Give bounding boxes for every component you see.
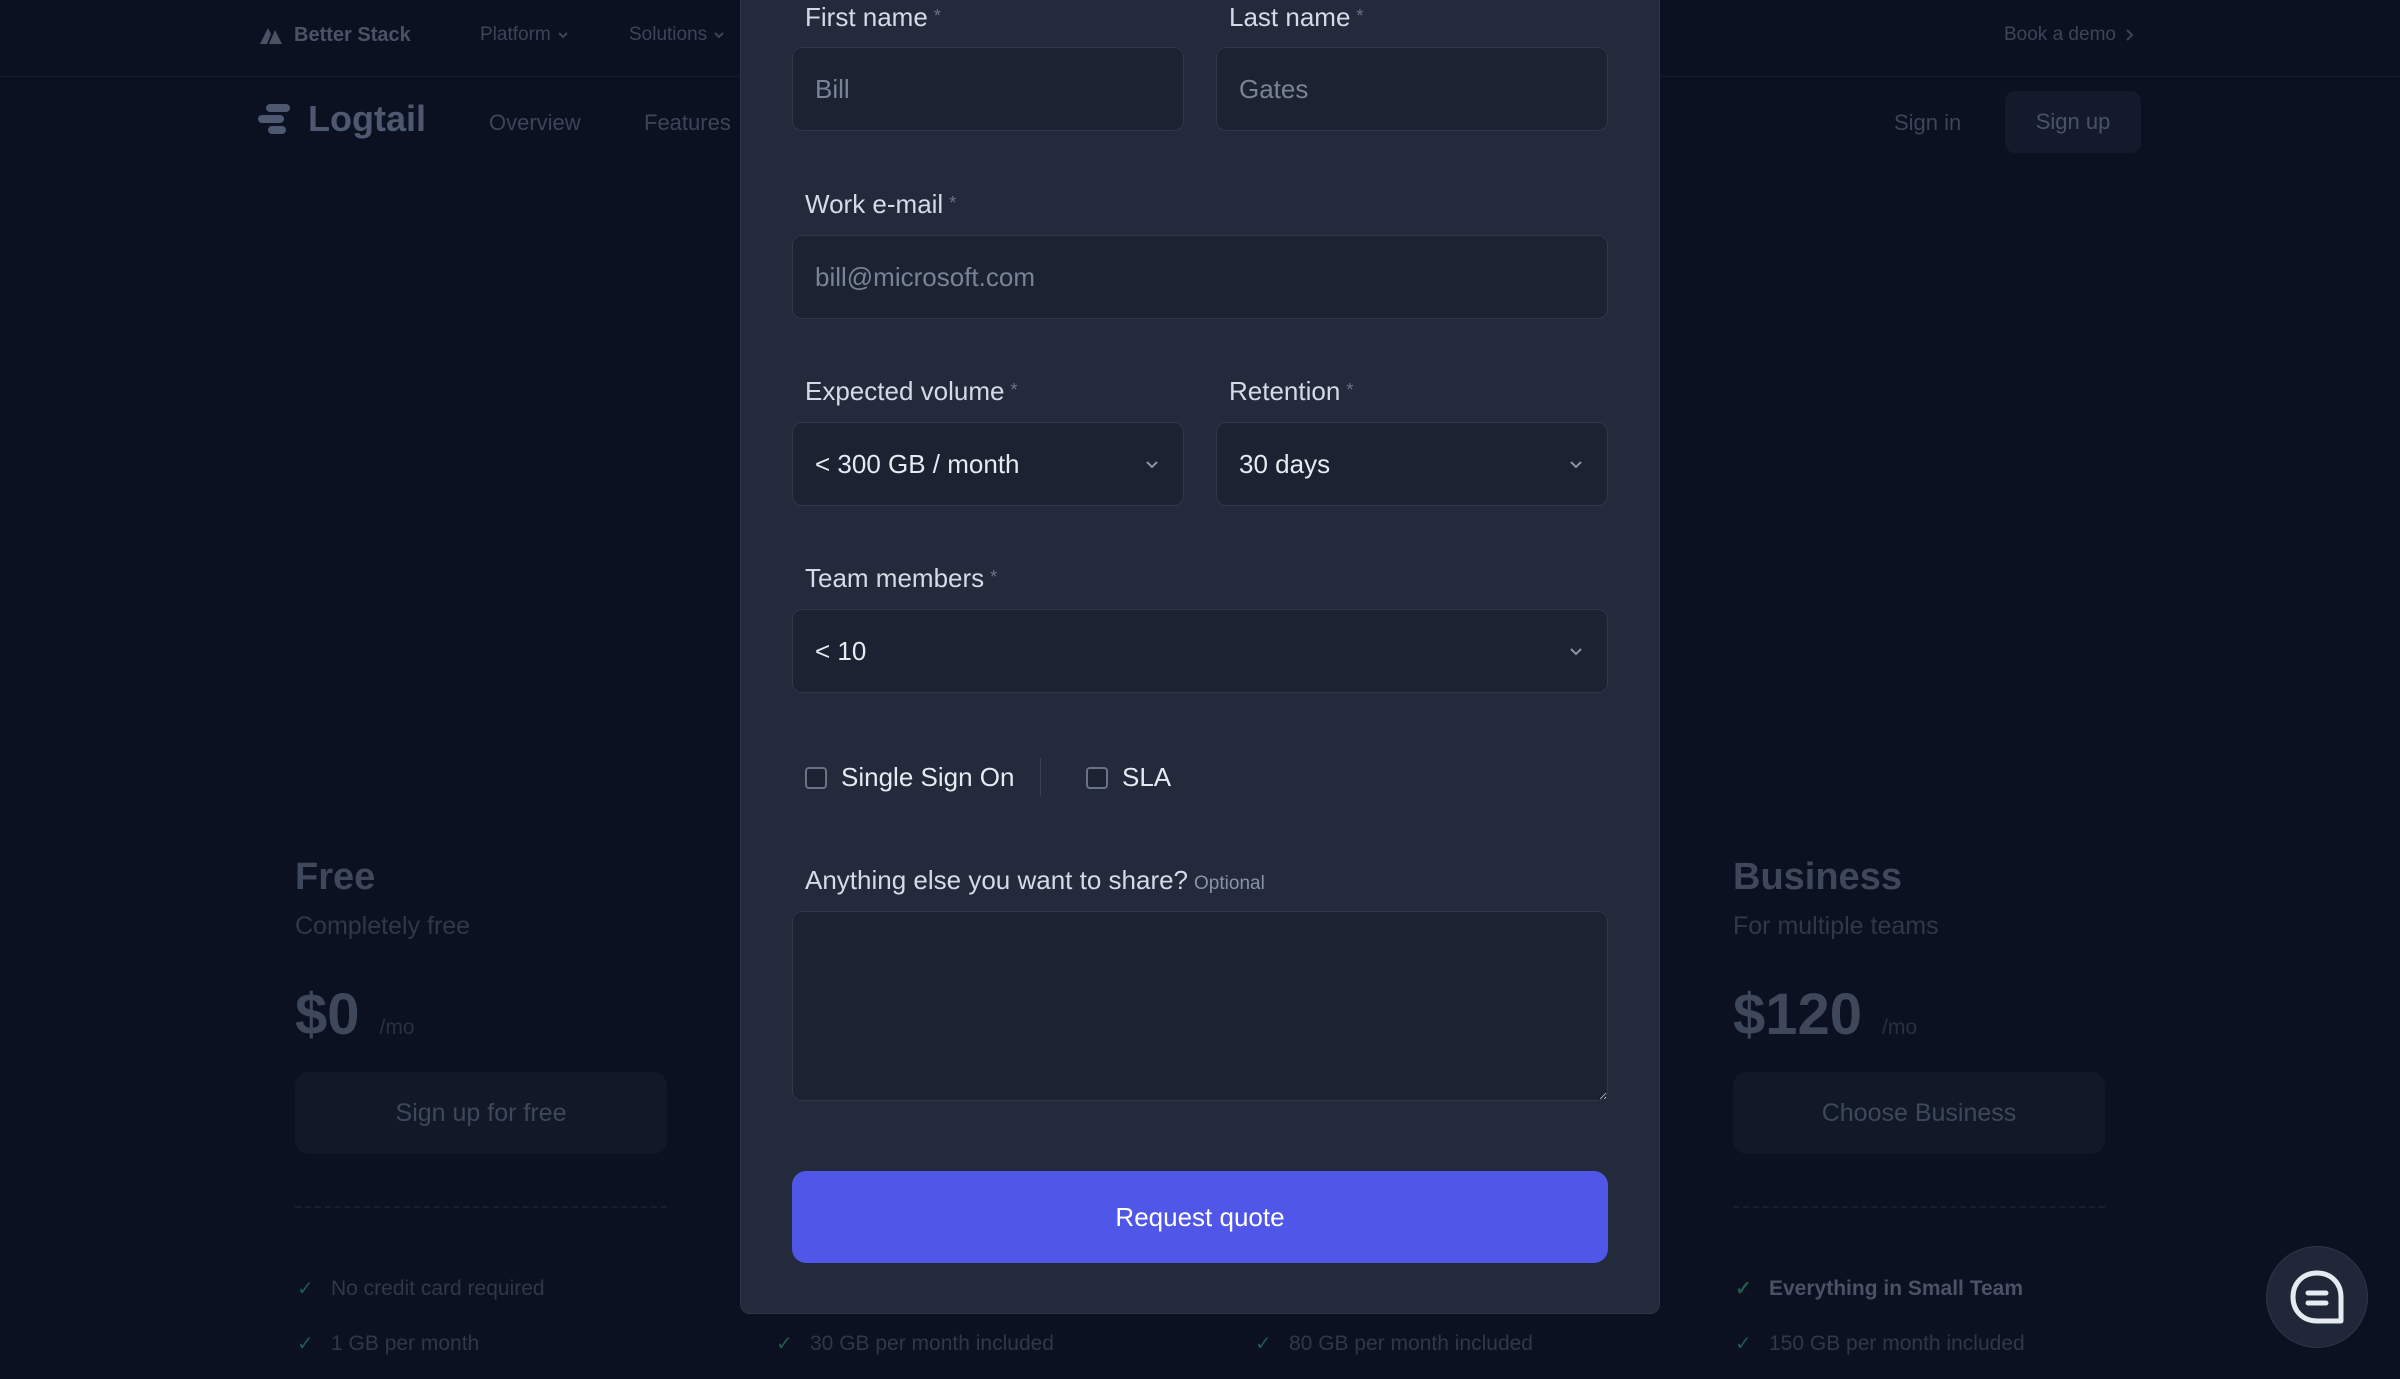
- retention-label: Retention *: [1229, 376, 1353, 407]
- required-mark: *: [990, 567, 998, 587]
- volume-select-value: < 300 GB / month: [815, 448, 1020, 479]
- last-name-label: Last name *: [1229, 2, 1363, 33]
- last-name-input[interactable]: [1216, 47, 1608, 131]
- retention-select[interactable]: 30 days: [1216, 422, 1608, 506]
- check-icon: ✓: [297, 1333, 314, 1355]
- sso-checkbox[interactable]: [805, 766, 827, 789]
- team-members-select[interactable]: < 10: [792, 609, 1608, 693]
- retention-label-text: Retention: [1229, 376, 1341, 406]
- plan-card-free: Free Completely free $0 /mo Sign up for …: [295, 856, 667, 1208]
- chevron-down-icon: [558, 32, 568, 39]
- book-demo-link[interactable]: Book a demo: [2004, 24, 2134, 46]
- divider: [1733, 1206, 2105, 1208]
- topnav-platform-label: Platform: [480, 24, 551, 45]
- chevron-down-icon: [1570, 461, 1582, 469]
- sla-checkbox-option[interactable]: SLA: [1086, 762, 1171, 793]
- feature-item: ✓ 150 GB per month included: [1735, 1331, 2025, 1356]
- plan-card-business: Business For multiple teams $120 /mo Cho…: [1733, 856, 2105, 1208]
- plan-price: $0: [295, 982, 360, 1047]
- feature-label: 30 GB per month included: [810, 1331, 1054, 1355]
- required-mark: *: [949, 193, 957, 213]
- optional-tag: Optional: [1194, 873, 1265, 894]
- required-mark: *: [933, 6, 941, 26]
- plan-period: /mo: [379, 1016, 415, 1039]
- chevron-down-icon: [1570, 648, 1582, 656]
- first-name-label-text: First name: [805, 2, 928, 32]
- required-mark: *: [1010, 380, 1018, 400]
- feature-item: ✓ 30 GB per month included: [776, 1331, 1054, 1356]
- team-label: Team members *: [805, 563, 997, 594]
- sso-label: Single Sign On: [841, 762, 1015, 792]
- chevron-down-icon: [1146, 461, 1158, 469]
- better-stack-brand[interactable]: Better Stack: [258, 22, 411, 48]
- plan-price: $120: [1733, 982, 1863, 1047]
- plan-name: Free: [295, 856, 376, 898]
- feature-label: 150 GB per month included: [1769, 1331, 2025, 1355]
- check-icon: ✓: [1735, 1333, 1752, 1355]
- check-icon: ✓: [776, 1333, 793, 1355]
- team-label-text: Team members: [805, 563, 985, 593]
- first-name-input[interactable]: [792, 47, 1184, 131]
- feature-item: ✓ No credit card required: [297, 1276, 545, 1301]
- check-icon: ✓: [1735, 1278, 1752, 1300]
- check-icon: ✓: [1255, 1333, 1272, 1355]
- choose-business-button[interactable]: Choose Business: [1733, 1072, 2105, 1154]
- volume-label: Expected volume *: [805, 376, 1017, 407]
- feature-item: ✓ 80 GB per month included: [1255, 1331, 1533, 1356]
- price-row: $120 /mo: [1733, 981, 2105, 1048]
- plan-name: Business: [1733, 856, 1902, 898]
- notes-textarea[interactable]: [792, 911, 1608, 1101]
- volume-select[interactable]: < 300 GB / month: [792, 422, 1184, 506]
- email-field[interactable]: [792, 235, 1608, 319]
- feature-label: 80 GB per month included: [1289, 1331, 1533, 1355]
- sla-label: SLA: [1122, 762, 1172, 792]
- plan-period: /mo: [1882, 1016, 1918, 1039]
- sign-up-free-button[interactable]: Sign up for free: [295, 1072, 667, 1154]
- feature-item: ✓ Everything in Small Team: [1735, 1276, 2023, 1301]
- required-mark: *: [1356, 6, 1364, 26]
- sla-checkbox[interactable]: [1086, 766, 1108, 789]
- logtail-logo-label: Logtail: [308, 98, 426, 139]
- price-row: $0 /mo: [295, 981, 667, 1048]
- feature-label: 1 GB per month: [331, 1331, 480, 1355]
- check-icon: ✓: [297, 1278, 314, 1300]
- feature-label: No credit card required: [331, 1276, 545, 1300]
- request-quote-button[interactable]: Request quote: [792, 1171, 1608, 1263]
- sign-in-link[interactable]: Sign in: [1894, 110, 1961, 136]
- chat-icon: [2290, 1270, 2344, 1324]
- team-select-value: < 10: [815, 635, 867, 666]
- logtail-logo[interactable]: Logtail: [256, 98, 426, 140]
- first-name-label: First name *: [805, 2, 941, 33]
- logtail-logo-icon: [258, 104, 290, 134]
- better-stack-logo-icon: [260, 28, 282, 44]
- book-demo-label: Book a demo: [2004, 24, 2116, 45]
- plan-subtitle: Completely free: [295, 912, 471, 940]
- sign-up-button[interactable]: Sign up: [2005, 91, 2141, 153]
- email-label: Work e-mail *: [805, 189, 956, 220]
- better-stack-brand-label: Better Stack: [294, 23, 411, 46]
- divider: [295, 1206, 667, 1208]
- sso-checkbox-option[interactable]: Single Sign On: [805, 762, 1014, 793]
- required-mark: *: [1346, 380, 1354, 400]
- feature-label: Everything in Small Team: [1769, 1276, 2024, 1300]
- email-label-text: Work e-mail: [805, 189, 944, 219]
- checkbox-separator: [1040, 758, 1041, 796]
- topnav-solutions-label: Solutions: [629, 24, 708, 45]
- notes-label-text: Anything else you want to share?: [805, 865, 1189, 895]
- nav-features[interactable]: Features: [644, 110, 731, 136]
- last-name-label-text: Last name: [1229, 2, 1351, 32]
- retention-select-value: 30 days: [1239, 448, 1331, 479]
- topnav-platform[interactable]: Platform: [480, 24, 569, 46]
- volume-label-text: Expected volume: [805, 376, 1005, 406]
- chevron-down-icon: [714, 32, 724, 39]
- chevron-right-icon: [2126, 29, 2134, 41]
- plan-subtitle: For multiple teams: [1733, 912, 1939, 940]
- nav-overview[interactable]: Overview: [489, 110, 581, 136]
- topnav-solutions[interactable]: Solutions: [629, 24, 725, 46]
- chat-widget-button[interactable]: [2266, 1246, 2368, 1348]
- notes-label: Anything else you want to share? Optional: [805, 865, 1265, 896]
- feature-item: ✓ 1 GB per month: [297, 1331, 479, 1356]
